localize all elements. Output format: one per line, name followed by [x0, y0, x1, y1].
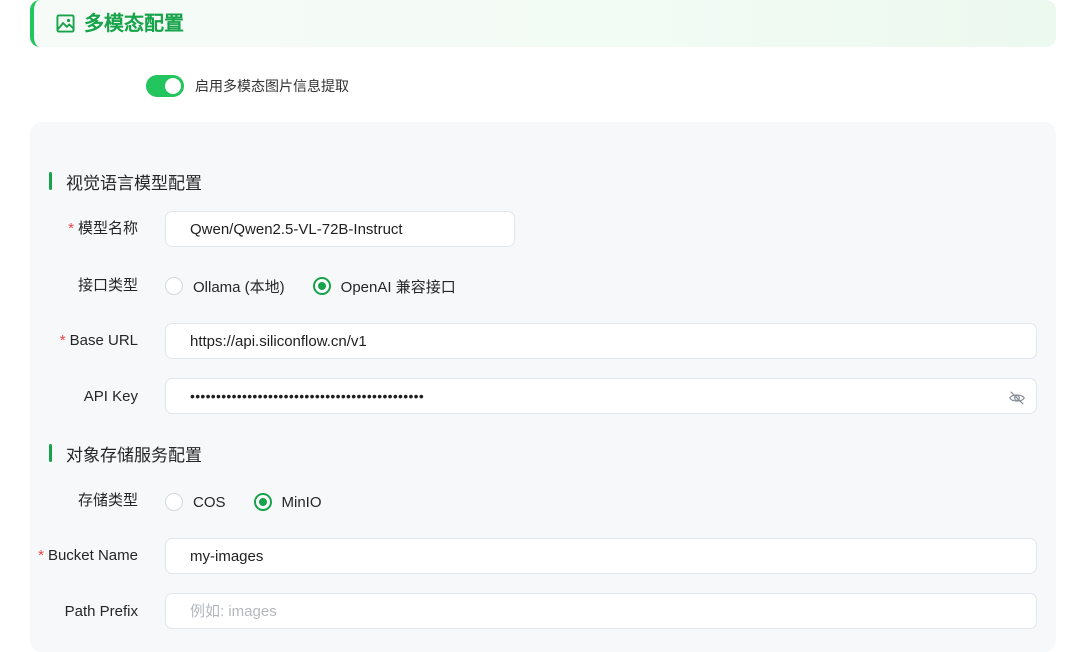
section-header-multimodal: 多模态配置 [30, 0, 1056, 47]
storage-type-radio-group: COS MinIO [165, 490, 350, 514]
radio-circle [312, 277, 331, 295]
radio-ollama-label: Ollama (本地) [193, 278, 285, 296]
page-title: 多模态配置 [84, 13, 184, 35]
required-mark: * [38, 547, 44, 564]
radio-circle [253, 493, 272, 511]
base-url-input[interactable] [165, 323, 1037, 359]
radio-minio-label: MinIO [281, 493, 322, 511]
interface-type-label: 接口类型 [77, 277, 138, 294]
base-url-label: * Base URL [30, 331, 138, 351]
radio-circle [165, 277, 183, 295]
model-name-label-text: 模型名称 [77, 220, 138, 237]
bucket-name-label-text: Bucket Name [47, 547, 138, 564]
eye-off-icon[interactable] [1008, 389, 1026, 407]
radio-ollama[interactable]: Ollama (本地) [165, 276, 285, 297]
radio-openai-compatible[interactable]: OpenAI 兼容接口 [312, 276, 456, 297]
radio-cos[interactable]: COS [165, 493, 226, 511]
vlm-section-title-text: 视觉语言模型配置 [66, 173, 202, 193]
base-url-label-text: Base URL [69, 332, 138, 349]
path-prefix-label: Path Prefix [64, 603, 138, 620]
storage-section-title: 对象存储服务配置 [49, 442, 202, 465]
required-mark: * [68, 220, 74, 237]
storage-type-label: 存储类型 [77, 492, 138, 509]
enable-multimodal-switch[interactable] [146, 75, 184, 97]
bucket-name-label: * Bucket Name [30, 546, 138, 566]
radio-circle [165, 493, 183, 511]
storage-section-title-text: 对象存储服务配置 [66, 445, 202, 465]
vlm-section-title: 视觉语言模型配置 [49, 170, 202, 193]
config-panel: 视觉语言模型配置 *模型名称 接口类型 Ollama (本地) OpenAI 兼… [30, 122, 1056, 652]
interface-type-radio-group: Ollama (本地) OpenAI 兼容接口 [165, 274, 484, 298]
section-marker [49, 172, 52, 190]
api-key-input[interactable] [165, 378, 1037, 414]
radio-minio[interactable]: MinIO [253, 493, 322, 511]
path-prefix-input[interactable] [165, 593, 1037, 629]
required-mark: * [59, 332, 66, 349]
section-marker [49, 444, 52, 462]
image-icon [56, 14, 75, 33]
model-name-input[interactable] [165, 211, 515, 247]
bucket-name-input[interactable] [165, 538, 1037, 574]
radio-cos-label: COS [193, 493, 226, 511]
model-name-label: * 模型名称 [30, 219, 138, 239]
enable-multimodal-row: 启用多模态图片信息提取 [146, 74, 349, 98]
switch-knob [165, 78, 181, 94]
enable-multimodal-label: 启用多模态图片信息提取 [195, 78, 349, 94]
radio-openai-label: OpenAI 兼容接口 [340, 278, 456, 296]
api-key-label: API Key [83, 388, 138, 405]
